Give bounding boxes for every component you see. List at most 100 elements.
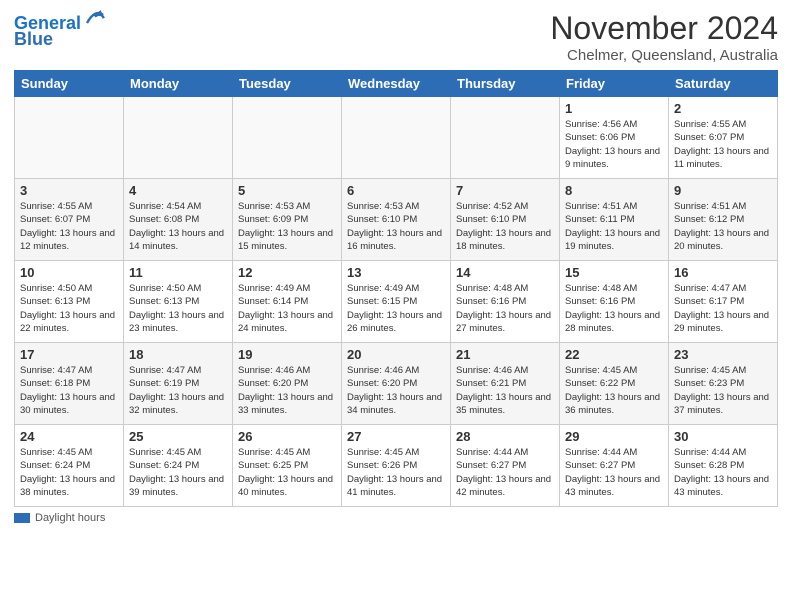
logo-icon [83, 7, 107, 31]
header: General Blue November 2024 Chelmer, Quee… [14, 10, 778, 64]
day-info: Sunrise: 4:45 AM Sunset: 6:26 PM Dayligh… [347, 446, 445, 499]
calendar-header-friday: Friday [560, 71, 669, 97]
calendar-cell: 30 Sunrise: 4:44 AM Sunset: 6:28 PM Dayli… [669, 425, 778, 507]
day-number: 21 [456, 347, 554, 362]
calendar-cell [124, 97, 233, 179]
day-number: 5 [238, 183, 336, 198]
day-info: Sunrise: 4:46 AM Sunset: 6:21 PM Dayligh… [456, 364, 554, 417]
calendar-week-2: 3 Sunrise: 4:55 AM Sunset: 6:07 PM Daylig… [15, 179, 778, 261]
day-info: Sunrise: 4:50 AM Sunset: 6:13 PM Dayligh… [129, 282, 227, 335]
day-info: Sunrise: 4:44 AM Sunset: 6:28 PM Dayligh… [674, 446, 772, 499]
day-number: 26 [238, 429, 336, 444]
day-number: 29 [565, 429, 663, 444]
calendar-cell: 2 Sunrise: 4:55 AM Sunset: 6:07 PM Daylig… [669, 97, 778, 179]
day-info: Sunrise: 4:56 AM Sunset: 6:06 PM Dayligh… [565, 118, 663, 171]
day-info: Sunrise: 4:53 AM Sunset: 6:09 PM Dayligh… [238, 200, 336, 253]
calendar-week-3: 10 Sunrise: 4:50 AM Sunset: 6:13 PM Dayli… [15, 261, 778, 343]
day-number: 9 [674, 183, 772, 198]
day-number: 28 [456, 429, 554, 444]
day-number: 2 [674, 101, 772, 116]
day-number: 22 [565, 347, 663, 362]
day-number: 15 [565, 265, 663, 280]
day-number: 3 [20, 183, 118, 198]
day-number: 30 [674, 429, 772, 444]
calendar-cell: 17Sunrise: 4:47 AM Sunset: 6:18 PM Dayli… [15, 343, 124, 425]
calendar-header-thursday: Thursday [451, 71, 560, 97]
day-info: Sunrise: 4:44 AM Sunset: 6:27 PM Dayligh… [565, 446, 663, 499]
page: General Blue November 2024 Chelmer, Quee… [0, 0, 792, 532]
day-number: 4 [129, 183, 227, 198]
day-info: Sunrise: 4:46 AM Sunset: 6:20 PM Dayligh… [347, 364, 445, 417]
calendar-cell: 11 Sunrise: 4:50 AM Sunset: 6:13 PM Dayli… [124, 261, 233, 343]
legend: Daylight hours [14, 512, 778, 524]
calendar-cell: 23Sunrise: 4:45 AM Sunset: 6:23 PM Dayli… [669, 343, 778, 425]
calendar-cell: 29 Sunrise: 4:44 AM Sunset: 6:27 PM Dayli… [560, 425, 669, 507]
day-info: Sunrise: 4:53 AM Sunset: 6:10 PM Dayligh… [347, 200, 445, 253]
day-number: 25 [129, 429, 227, 444]
calendar-header-saturday: Saturday [669, 71, 778, 97]
calendar-week-5: 24 Sunrise: 4:45 AM Sunset: 6:24 PM Dayli… [15, 425, 778, 507]
day-info: Sunrise: 4:52 AM Sunset: 6:10 PM Dayligh… [456, 200, 554, 253]
calendar-cell: 15Sunrise: 4:48 AM Sunset: 6:16 PM Dayli… [560, 261, 669, 343]
legend-label: Daylight hours [35, 512, 105, 524]
day-info: Sunrise: 4:46 AM Sunset: 6:20 PM Dayligh… [238, 364, 336, 417]
calendar-cell: 6 Sunrise: 4:53 AM Sunset: 6:10 PM Daylig… [342, 179, 451, 261]
day-number: 14 [456, 265, 554, 280]
calendar-cell: 16Sunrise: 4:47 AM Sunset: 6:17 PM Dayli… [669, 261, 778, 343]
calendar-cell: 13 Sunrise: 4:49 AM Sunset: 6:15 PM Dayli… [342, 261, 451, 343]
day-number: 8 [565, 183, 663, 198]
day-info: Sunrise: 4:50 AM Sunset: 6:13 PM Dayligh… [20, 282, 118, 335]
calendar-cell: 18 Sunrise: 4:47 AM Sunset: 6:19 PM Dayli… [124, 343, 233, 425]
day-number: 13 [347, 265, 445, 280]
day-info: Sunrise: 4:45 AM Sunset: 6:22 PM Dayligh… [565, 364, 663, 417]
day-info: Sunrise: 4:54 AM Sunset: 6:08 PM Dayligh… [129, 200, 227, 253]
calendar-week-1: 1Sunrise: 4:56 AM Sunset: 6:06 PM Daylig… [15, 97, 778, 179]
subtitle: Chelmer, Queensland, Australia [550, 47, 778, 64]
day-info: Sunrise: 4:49 AM Sunset: 6:14 PM Dayligh… [238, 282, 336, 335]
calendar-cell: 25 Sunrise: 4:45 AM Sunset: 6:24 PM Dayli… [124, 425, 233, 507]
calendar-cell [342, 97, 451, 179]
day-number: 11 [129, 265, 227, 280]
calendar-cell: 12Sunrise: 4:49 AM Sunset: 6:14 PM Dayli… [233, 261, 342, 343]
calendar-header-wednesday: Wednesday [342, 71, 451, 97]
calendar-cell: 10 Sunrise: 4:50 AM Sunset: 6:13 PM Dayli… [15, 261, 124, 343]
calendar-cell [233, 97, 342, 179]
day-info: Sunrise: 4:44 AM Sunset: 6:27 PM Dayligh… [456, 446, 554, 499]
calendar-cell: 27 Sunrise: 4:45 AM Sunset: 6:26 PM Dayli… [342, 425, 451, 507]
day-number: 18 [129, 347, 227, 362]
day-number: 7 [456, 183, 554, 198]
title-block: November 2024 Chelmer, Queensland, Austr… [550, 10, 778, 64]
logo: General Blue [14, 14, 107, 50]
day-number: 6 [347, 183, 445, 198]
day-info: Sunrise: 4:45 AM Sunset: 6:23 PM Dayligh… [674, 364, 772, 417]
day-number: 24 [20, 429, 118, 444]
month-title: November 2024 [550, 10, 778, 47]
day-info: Sunrise: 4:51 AM Sunset: 6:12 PM Dayligh… [674, 200, 772, 253]
day-number: 20 [347, 347, 445, 362]
day-info: Sunrise: 4:55 AM Sunset: 6:07 PM Dayligh… [674, 118, 772, 171]
calendar-header-sunday: Sunday [15, 71, 124, 97]
legend-box [14, 513, 30, 523]
day-info: Sunrise: 4:45 AM Sunset: 6:24 PM Dayligh… [129, 446, 227, 499]
calendar-cell: 1Sunrise: 4:56 AM Sunset: 6:06 PM Daylig… [560, 97, 669, 179]
day-info: Sunrise: 4:49 AM Sunset: 6:15 PM Dayligh… [347, 282, 445, 335]
day-info: Sunrise: 4:45 AM Sunset: 6:25 PM Dayligh… [238, 446, 336, 499]
day-info: Sunrise: 4:47 AM Sunset: 6:19 PM Dayligh… [129, 364, 227, 417]
day-info: Sunrise: 4:47 AM Sunset: 6:17 PM Dayligh… [674, 282, 772, 335]
day-number: 19 [238, 347, 336, 362]
day-info: Sunrise: 4:55 AM Sunset: 6:07 PM Dayligh… [20, 200, 118, 253]
calendar-cell: 4 Sunrise: 4:54 AM Sunset: 6:08 PM Daylig… [124, 179, 233, 261]
day-number: 10 [20, 265, 118, 280]
calendar-cell: 5 Sunrise: 4:53 AM Sunset: 6:09 PM Daylig… [233, 179, 342, 261]
calendar-cell: 24 Sunrise: 4:45 AM Sunset: 6:24 PM Dayli… [15, 425, 124, 507]
calendar-week-4: 17Sunrise: 4:47 AM Sunset: 6:18 PM Dayli… [15, 343, 778, 425]
calendar-cell: 9 Sunrise: 4:51 AM Sunset: 6:12 PM Daylig… [669, 179, 778, 261]
calendar-header-monday: Monday [124, 71, 233, 97]
calendar-cell: 20 Sunrise: 4:46 AM Sunset: 6:20 PM Dayli… [342, 343, 451, 425]
day-number: 27 [347, 429, 445, 444]
day-info: Sunrise: 4:51 AM Sunset: 6:11 PM Dayligh… [565, 200, 663, 253]
calendar-cell: 22 Sunrise: 4:45 AM Sunset: 6:22 PM Dayli… [560, 343, 669, 425]
day-info: Sunrise: 4:45 AM Sunset: 6:24 PM Dayligh… [20, 446, 118, 499]
calendar-header-tuesday: Tuesday [233, 71, 342, 97]
calendar-cell: 19 Sunrise: 4:46 AM Sunset: 6:20 PM Dayli… [233, 343, 342, 425]
